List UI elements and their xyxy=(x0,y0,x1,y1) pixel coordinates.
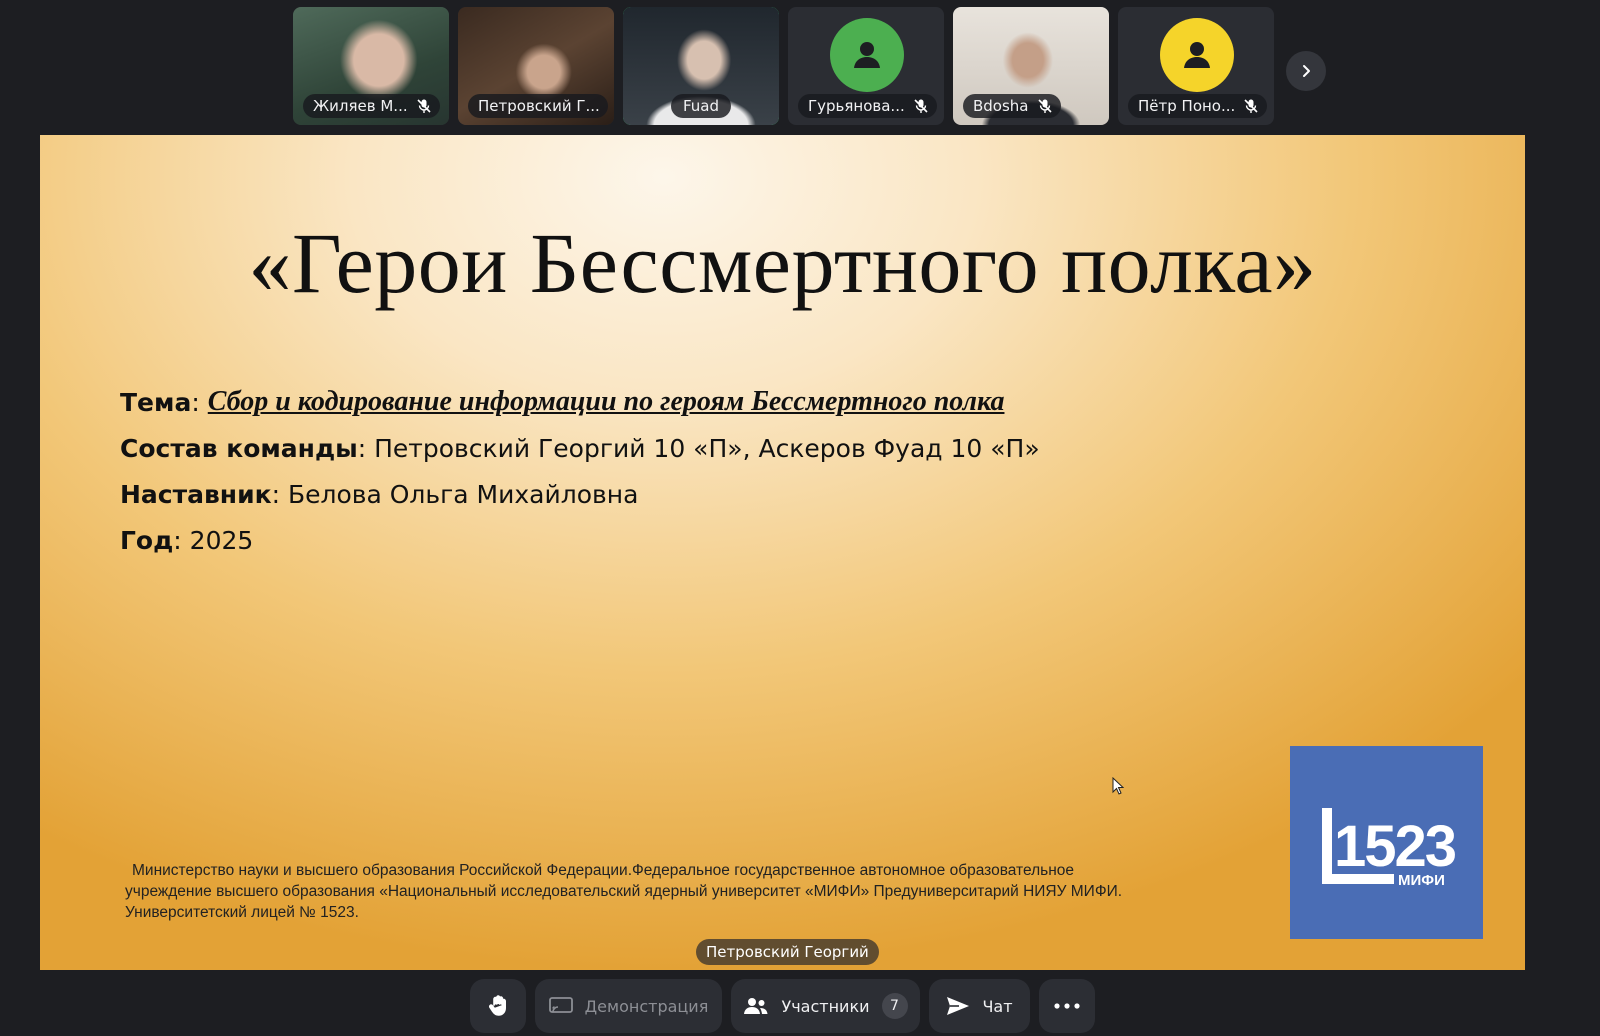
participant-name: Fuad xyxy=(682,97,720,115)
mic-off-icon xyxy=(1037,99,1052,113)
participant-name-pill: Bdosha xyxy=(963,94,1061,118)
chat-button[interactable]: Чат xyxy=(929,979,1030,1033)
chevron-right-icon xyxy=(1303,65,1310,77)
participant-name-pill: Fuad xyxy=(670,94,732,118)
mentor-row: Наставник: Белова Ольга Михайловна xyxy=(120,479,639,509)
avatar xyxy=(830,18,904,92)
next-participants-button[interactable] xyxy=(1286,51,1326,91)
screen-share-button[interactable]: Демонстрация xyxy=(535,979,722,1033)
mic-off-icon xyxy=(417,99,431,113)
participant-name-pill: Петровский Г... xyxy=(468,94,608,118)
people-icon xyxy=(744,998,768,1014)
year-value: 2025 xyxy=(189,525,254,555)
participant-tile[interactable]: Bdosha xyxy=(953,7,1109,125)
team-value: Петровский Георгий 10 «П», Аскеров Фуад … xyxy=(374,433,1040,463)
footer-line: Министерство науки и высшего образования… xyxy=(132,862,1075,879)
logo-subtitle: МИФИ xyxy=(1398,872,1445,889)
logo-number: 1523 xyxy=(1334,814,1456,879)
chat-label: Чат xyxy=(982,996,1013,1016)
participant-name: Bdosha xyxy=(973,97,1029,115)
mouse-cursor-icon xyxy=(1112,777,1124,795)
participant-name: Гурьянова... xyxy=(808,97,905,115)
mentor-value: Белова Ольга Михайловна xyxy=(287,479,639,509)
participant-strip: Жиляев М... Петровский Г... Fuad Гурьяно… xyxy=(0,0,1600,134)
raise-hand-button[interactable] xyxy=(470,979,526,1033)
call-toolbar: Демонстрация Участники 7 Чат xyxy=(0,970,1600,1036)
participant-tile[interactable]: Гурьянова... xyxy=(788,7,944,125)
video-call-window: Жиляев М... Петровский Г... Fuad Гурьяно… xyxy=(0,0,1600,1036)
user-icon xyxy=(1184,42,1210,68)
year-row: Год: 2025 xyxy=(120,525,254,555)
mic-off-icon xyxy=(914,99,928,113)
presenter-label: Петровский Георгий xyxy=(696,939,879,965)
avatar xyxy=(1160,18,1234,92)
participant-name: Петровский Г... xyxy=(478,97,600,115)
project-info: Тема: Сбор и кодирование информации по г… xyxy=(120,379,1040,563)
mentor-label: Наставник xyxy=(120,479,272,509)
shared-slide: «Герои Бессмертного полка» Тема: Сбор и … xyxy=(40,135,1525,970)
screen-share-icon xyxy=(548,997,573,1013)
topic-label: Тема xyxy=(120,387,192,417)
footer-line: учреждение высшего образования «Национал… xyxy=(125,883,1123,900)
user-icon xyxy=(854,42,880,68)
participant-name: Жиляев М... xyxy=(313,97,408,115)
participant-tile-speaking[interactable]: Fuad xyxy=(623,7,779,125)
lyceum-logo: 1523 МИФИ xyxy=(1290,746,1483,939)
participant-name: Пётр Поно... xyxy=(1138,97,1236,115)
participant-name-pill: Пётр Поно... xyxy=(1128,94,1268,118)
lyceum-logo-mark: 1523 МИФИ xyxy=(1321,807,1457,889)
more-icon xyxy=(1054,1003,1080,1009)
more-options-button[interactable] xyxy=(1039,979,1095,1033)
team-label: Состав команды xyxy=(120,433,358,463)
send-icon xyxy=(947,997,970,1015)
year-label: Год xyxy=(120,525,174,555)
participants-count-badge: 7 xyxy=(881,993,908,1019)
slide-title: «Герои Бессмертного полка» xyxy=(248,215,1317,311)
participant-tile[interactable]: Пётр Поно... xyxy=(1118,7,1274,125)
team-row: Состав команды: Петровский Георгий 10 «П… xyxy=(120,433,1040,463)
footer-line: Университетский лицей № 1523. xyxy=(125,904,359,921)
participant-name-pill: Жиляев М... xyxy=(303,94,440,118)
participant-tile[interactable]: Жиляев М... xyxy=(293,7,449,125)
participant-name-pill: Гурьянова... xyxy=(798,94,937,118)
hand-icon xyxy=(488,995,506,1016)
slide-footer-text: Министерство науки и высшего образования… xyxy=(125,860,1245,923)
screen-share-label: Демонстрация xyxy=(584,996,709,1016)
participant-tile[interactable]: Петровский Г... xyxy=(458,7,614,125)
participants-button[interactable]: Участники 7 xyxy=(731,979,920,1033)
mic-off-icon xyxy=(1244,99,1258,113)
topic-value: Сбор и кодирование информации по героям … xyxy=(207,386,1005,417)
participants-label: Участники xyxy=(781,996,870,1016)
topic-row: Тема: Сбор и кодирование информации по г… xyxy=(120,386,1005,417)
